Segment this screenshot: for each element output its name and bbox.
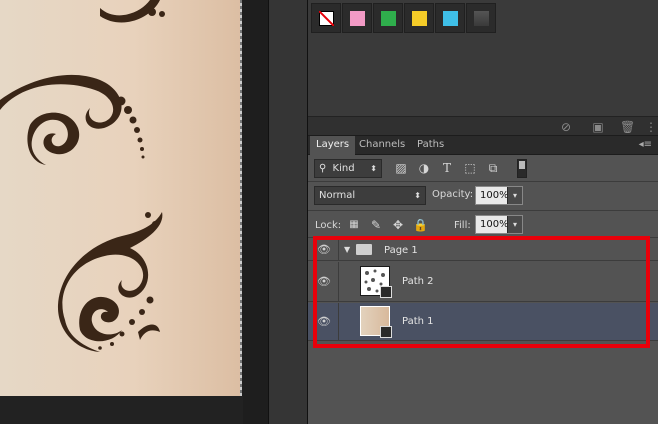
- cyan-swatch-icon: [443, 11, 458, 26]
- lock-image-pixels-icon[interactable]: ✎: [369, 218, 383, 232]
- type-layer-filter-icon[interactable]: T: [440, 161, 454, 175]
- smart-object-filter-icon[interactable]: ⧉: [486, 161, 500, 175]
- opacity-input[interactable]: 100% ▾: [475, 186, 523, 205]
- blend-mode-value: Normal: [319, 190, 356, 201]
- lock-all-icon[interactable]: 🔒: [413, 218, 428, 232]
- swatch-cyan[interactable]: [435, 3, 465, 33]
- shape-layer-filter-icon[interactable]: ⬚: [463, 161, 477, 175]
- document-canvas[interactable]: [0, 0, 241, 396]
- green-swatch-icon: [381, 11, 396, 26]
- pink-swatch-icon: [350, 11, 365, 26]
- opacity-value: 100%: [480, 190, 509, 201]
- opacity-label: Opacity:: [432, 189, 474, 200]
- pixel-layer-filter-icon[interactable]: ▨: [394, 161, 408, 175]
- highlight-box: [313, 236, 650, 348]
- filter-toggle-switch[interactable]: [517, 159, 527, 178]
- filter-kind-label: Kind: [332, 163, 355, 174]
- lock-transparent-pixels-icon[interactable]: ▦: [347, 218, 361, 232]
- dropdown-arrows-icon: ⬍: [414, 191, 421, 200]
- swatches-footer: ⊘ ▣ 🗑 ⋮: [308, 116, 658, 136]
- tab-layers[interactable]: Layers: [310, 136, 356, 155]
- panel-menu-icon[interactable]: ◂≡: [639, 139, 652, 150]
- adjustment-layer-filter-icon[interactable]: ◑: [417, 161, 431, 175]
- resize-grip-icon[interactable]: ⋮: [645, 120, 657, 134]
- dark-swatch-icon: [474, 11, 489, 26]
- lock-label: Lock:: [315, 220, 342, 231]
- lock-position-icon[interactable]: ✥: [391, 218, 405, 232]
- dropdown-arrows-icon: ⬍: [370, 164, 377, 173]
- tab-paths[interactable]: Paths: [411, 136, 450, 155]
- layers-panel-tabs: Layers Channels Paths ◂≡: [308, 136, 658, 155]
- pasteboard: [0, 396, 243, 424]
- swatches-panel: [308, 0, 658, 116]
- none-swatch-icon: [319, 11, 334, 26]
- flourish-artwork: [0, 0, 165, 352]
- blend-mode-dropdown[interactable]: Normal ⬍: [314, 186, 426, 205]
- chevron-down-icon[interactable]: ▾: [507, 187, 522, 204]
- fill-input[interactable]: 100% ▾: [475, 215, 523, 234]
- yellow-swatch-icon: [412, 11, 427, 26]
- panel-dock-divider[interactable]: [268, 0, 308, 424]
- swatch-none[interactable]: [311, 3, 341, 33]
- filter-kind-dropdown[interactable]: ⚲ Kind ⬍: [314, 159, 382, 178]
- swatch-yellow[interactable]: [404, 3, 434, 33]
- filter-toggle-knob: [519, 161, 525, 169]
- tab-channels[interactable]: Channels: [353, 136, 411, 155]
- swatch-green[interactable]: [373, 3, 403, 33]
- fill-value: 100%: [480, 219, 509, 230]
- swatch-dark[interactable]: [466, 3, 496, 33]
- fill-label: Fill:: [454, 220, 471, 231]
- trash-icon[interactable]: 🗑: [620, 120, 635, 134]
- swatch-pink[interactable]: [342, 3, 372, 33]
- chevron-down-icon[interactable]: ▾: [507, 216, 522, 233]
- search-icon: ⚲: [319, 163, 327, 174]
- no-entry-icon[interactable]: ⊘: [559, 120, 573, 134]
- new-swatch-icon[interactable]: ▣: [591, 120, 605, 134]
- document-edge: [240, 0, 242, 396]
